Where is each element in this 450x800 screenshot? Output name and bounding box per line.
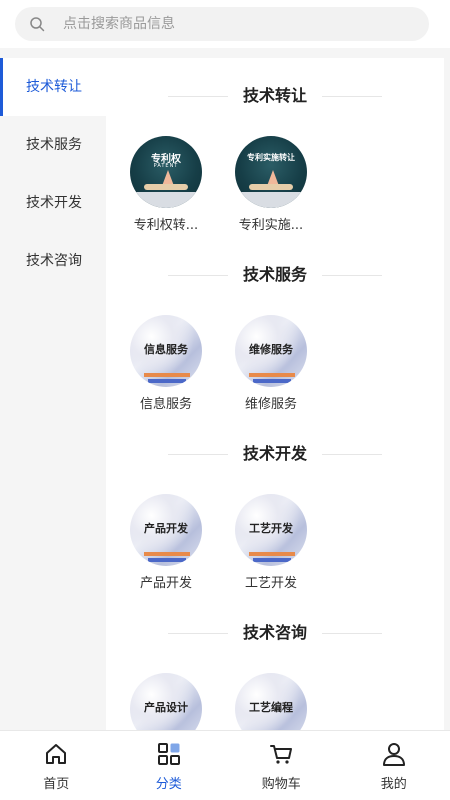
product-thumbnail: 维修服务 <box>235 315 307 387</box>
sidebar-item-label: 技术咨询 <box>26 253 82 269</box>
section-header: 技术服务 <box>106 257 444 293</box>
section-header: 技术开发 <box>106 436 444 472</box>
section-title: 技术转让 <box>242 86 307 105</box>
tab-label: 购物车 <box>261 777 301 792</box>
thumbnail-text: 信息服务 <box>144 343 188 356</box>
thumbnail-subtext: PATENT <box>153 163 179 169</box>
tab-home[interactable]: 首页 <box>0 731 113 800</box>
divider <box>322 633 382 634</box>
sidebar-item-tech-consulting[interactable]: 技术咨询 <box>0 232 106 290</box>
section-title: 技术服务 <box>242 265 307 284</box>
sidebar-item-label: 技术开发 <box>26 195 82 211</box>
category-content: 技术转让 专利权 PATENT 专利权转... 专利实施转让 专利实施... 技… <box>106 58 444 730</box>
sidebar-item-tech-service[interactable]: 技术服务 <box>0 116 106 174</box>
product-name: 专利实施... <box>238 218 304 233</box>
bottom-tab-bar: 首页 分类 购物车 我的 <box>0 730 450 800</box>
thumbnail-text: 工艺编程 <box>249 701 293 714</box>
product-item[interactable]: 产品开发 产品开发 <box>121 494 211 591</box>
product-name: 信息服务 <box>139 397 192 412</box>
thumbnail-text: 维修服务 <box>249 343 293 356</box>
section-title: 技术开发 <box>242 444 307 463</box>
product-thumbnail: 专利权 PATENT <box>130 136 202 208</box>
section-header: 技术咨询 <box>106 615 444 651</box>
user-icon <box>382 743 405 766</box>
product-item[interactable]: 工艺编程 <box>226 673 316 730</box>
divider <box>322 275 382 276</box>
thumbnail-text: 专利实施转让 <box>247 153 295 162</box>
sidebar-item-tech-development[interactable]: 技术开发 <box>0 174 106 232</box>
divider <box>322 96 382 97</box>
tab-category[interactable]: 分类 <box>113 731 226 800</box>
tab-label: 首页 <box>43 777 70 792</box>
section-tech-development: 技术开发 产品开发 产品开发 工艺开发 工艺开发 <box>106 436 444 602</box>
search-input[interactable]: 点击搜索商品信息 <box>15 7 429 41</box>
product-item[interactable]: 产品设计 <box>121 673 211 730</box>
cart-icon <box>270 745 293 764</box>
sidebar-item-label: 技术转让 <box>26 79 82 95</box>
product-name: 工艺开发 <box>244 576 297 591</box>
product-item[interactable]: 工艺开发 工艺开发 <box>226 494 316 591</box>
app: 点击搜索商品信息 技术转让 技术服务 技术开发 技术咨询 技术转让 专利权 PA… <box>0 0 450 800</box>
sidebar-item-tech-transfer[interactable]: 技术转让 <box>0 58 106 116</box>
product-thumbnail: 信息服务 <box>130 315 202 387</box>
section-title: 技术咨询 <box>242 623 307 642</box>
product-name: 维修服务 <box>244 397 297 412</box>
search-header: 点击搜索商品信息 <box>0 0 450 48</box>
tab-label: 分类 <box>155 777 182 792</box>
product-name: 专利权转... <box>133 218 199 233</box>
thumbnail-text: 产品设计 <box>144 701 188 714</box>
product-thumbnail: 工艺开发 <box>235 494 307 566</box>
search-icon <box>30 17 45 32</box>
sidebar-item-label: 技术服务 <box>26 137 82 153</box>
search-placeholder: 点击搜索商品信息 <box>63 16 175 32</box>
product-name: 产品开发 <box>139 576 192 591</box>
product-item[interactable]: 专利实施转让 专利实施... <box>226 136 316 233</box>
section-tech-service: 技术服务 信息服务 信息服务 维修服务 维修服务 <box>106 257 444 423</box>
product-thumbnail: 产品设计 <box>130 673 202 730</box>
product-item[interactable]: 专利权 PATENT 专利权转... <box>121 136 211 233</box>
tab-label: 我的 <box>380 777 407 792</box>
thumbnail-text: 产品开发 <box>144 522 188 535</box>
tab-profile[interactable]: 我的 <box>338 731 450 800</box>
product-thumbnail: 工艺编程 <box>235 673 307 730</box>
section-tech-consulting: 技术咨询 产品设计 工艺编程 <box>106 615 444 730</box>
product-item[interactable]: 维修服务 维修服务 <box>226 315 316 412</box>
category-sidebar: 技术转让 技术服务 技术开发 技术咨询 <box>0 58 106 730</box>
divider <box>322 454 382 455</box>
thumbnail-text: 工艺开发 <box>249 522 293 535</box>
section-header: 技术转让 <box>106 78 444 114</box>
product-item[interactable]: 信息服务 信息服务 <box>121 315 211 412</box>
section-tech-transfer: 技术转让 专利权 PATENT 专利权转... 专利实施转让 专利实施... <box>106 78 444 244</box>
home-icon <box>46 744 67 764</box>
tab-cart[interactable]: 购物车 <box>225 731 338 800</box>
product-thumbnail: 产品开发 <box>130 494 202 566</box>
product-thumbnail: 专利实施转让 <box>235 136 307 208</box>
category-icon <box>157 743 180 765</box>
